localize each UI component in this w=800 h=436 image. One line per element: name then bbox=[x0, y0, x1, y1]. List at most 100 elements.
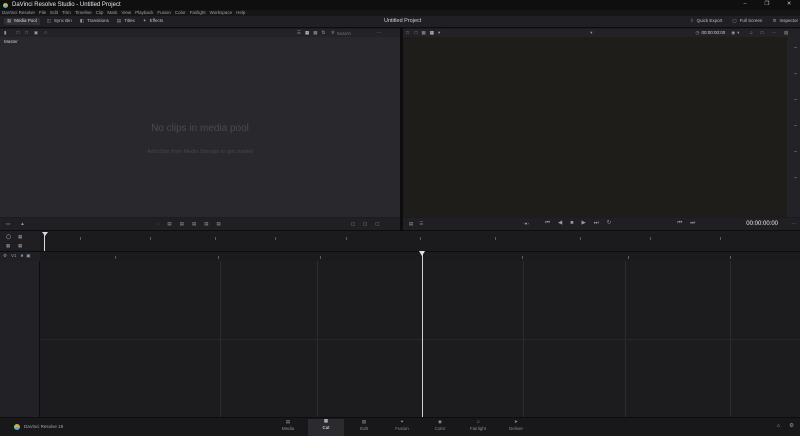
page-deliver[interactable]: ➤ Deliver bbox=[498, 419, 534, 436]
track-visibility-icon[interactable]: ▣ bbox=[26, 254, 30, 259]
audio-icon[interactable]: ♫ bbox=[749, 30, 752, 36]
zoom-out-icon[interactable]: ▢ bbox=[375, 221, 379, 227]
audio-lock-icon[interactable]: ▦ bbox=[18, 243, 22, 249]
timeline-options-icon[interactable]: ⋯ bbox=[792, 221, 797, 227]
zoom-in-icon[interactable]: ▢ bbox=[363, 221, 367, 227]
sidebar-toggle-icon[interactable]: ▮ bbox=[4, 30, 6, 36]
titles-toggle[interactable]: ▤ Titles bbox=[117, 19, 135, 24]
source-overwrite-icon[interactable]: ▤ bbox=[216, 221, 220, 227]
thumbnail-view-icon[interactable]: ▦ bbox=[305, 30, 309, 36]
ripple-overwrite-icon[interactable]: ▤ bbox=[180, 221, 184, 227]
track-lock-icon[interactable]: ■ bbox=[21, 254, 24, 259]
page-edit[interactable]: ▧ Edit bbox=[346, 419, 382, 436]
viewer-list-icon[interactable]: ☰ bbox=[419, 221, 423, 227]
viewer-mode-icon[interactable]: ▦ bbox=[430, 30, 434, 36]
sync-bin-toggle[interactable]: ◫ Sync Bin bbox=[47, 19, 72, 24]
menu-color[interactable]: Color bbox=[175, 10, 186, 16]
safe-area-icon[interactable]: □ bbox=[761, 30, 764, 36]
page-fairlight[interactable]: ♫ Fairlight bbox=[460, 419, 496, 436]
quick-export-button[interactable]: ⇧ Quick Export bbox=[690, 19, 723, 24]
menu-playback[interactable]: Playback bbox=[135, 10, 153, 16]
timeline-view-icon[interactable]: ▩ bbox=[421, 30, 425, 36]
menu-edit[interactable]: Edit bbox=[50, 10, 58, 16]
play-reverse-icon[interactable]: ◀ bbox=[558, 221, 562, 227]
menu-view[interactable]: View bbox=[121, 10, 131, 16]
page-color[interactable]: ◉ Color bbox=[422, 419, 458, 436]
menu-file[interactable]: File bbox=[39, 10, 46, 16]
metadata-icon[interactable]: ▲ bbox=[20, 221, 24, 227]
titles-icon: ▤ bbox=[116, 18, 122, 24]
viewer-dropdown-icon[interactable]: ▾ bbox=[590, 30, 592, 36]
upper-timeline[interactable] bbox=[40, 230, 800, 251]
loop-icon[interactable]: ↻ bbox=[607, 221, 612, 227]
close-icon[interactable]: ✕ bbox=[778, 2, 800, 8]
link-icon[interactable]: ▦ bbox=[6, 243, 10, 249]
home-icon[interactable]: ⌂ bbox=[777, 423, 780, 430]
page-cut[interactable]: ▦ Cut bbox=[308, 418, 344, 436]
lower-timeline-tracks[interactable] bbox=[40, 261, 800, 417]
filmstrip-view-icon[interactable]: ▩ bbox=[313, 30, 317, 36]
menu-help[interactable]: Help bbox=[236, 10, 245, 16]
viewer-more-icon[interactable]: ⋯ bbox=[772, 30, 777, 36]
transitions-icon: ◧ bbox=[79, 18, 85, 24]
settings-icon[interactable]: ⚙ bbox=[789, 423, 794, 430]
timeline-playhead[interactable] bbox=[422, 254, 423, 417]
menu-trim[interactable]: Trim bbox=[62, 10, 71, 16]
menu-davinci-resolve[interactable]: DaVinci Resolve bbox=[2, 10, 35, 16]
menu-clip[interactable]: Clip bbox=[96, 10, 104, 16]
media-pool-toggle[interactable]: ▦ Media Pool bbox=[4, 18, 40, 25]
full-screen-button[interactable]: ▢ Full Screen bbox=[732, 19, 762, 24]
previous-edit-icon[interactable]: ⏮ bbox=[677, 221, 682, 227]
upper-playhead-handle-icon[interactable] bbox=[42, 232, 48, 236]
smart-insert-icon[interactable]: ◌ bbox=[157, 221, 160, 227]
menu-fusion[interactable]: Fusion bbox=[157, 10, 171, 16]
bin-label[interactable]: Master bbox=[4, 39, 18, 45]
viewer-options-icon[interactable]: ▾ bbox=[438, 30, 440, 36]
search-icon[interactable]: ⚲ bbox=[331, 30, 334, 36]
list-view-icon[interactable]: ☰ bbox=[297, 30, 301, 36]
color-picker-icon[interactable]: ◉ bbox=[731, 30, 735, 36]
stop-icon[interactable]: ■ bbox=[570, 221, 573, 227]
menu-mark[interactable]: Mark bbox=[107, 10, 117, 16]
track-settings-icon[interactable]: ⚙ bbox=[3, 254, 7, 259]
import-folder-icon[interactable]: □ bbox=[25, 30, 28, 36]
menu-timeline[interactable]: Timeline bbox=[75, 10, 92, 16]
transitions-toggle[interactable]: ◧ Transitions bbox=[80, 19, 109, 24]
go-to-start-icon[interactable]: ⏮ bbox=[545, 221, 550, 227]
sort-icon[interactable]: ⇅ bbox=[321, 30, 325, 36]
more-options-icon[interactable]: ⋯ bbox=[377, 30, 382, 36]
viewer-settings-icon[interactable]: ▤ bbox=[409, 221, 413, 227]
next-edit-icon[interactable]: ⏭ bbox=[690, 221, 695, 227]
ripple-icon[interactable]: ▦ bbox=[18, 234, 22, 240]
color-picker-dropdown-icon[interactable]: ▾ bbox=[737, 30, 739, 36]
dual-viewer-icon[interactable]: ▧ bbox=[784, 30, 788, 36]
media-pool-panel: Master No clips in media pool Add clips … bbox=[0, 37, 400, 217]
new-bin-icon[interactable]: ▣ bbox=[34, 30, 38, 36]
snap-icon[interactable]: ◯ bbox=[6, 234, 11, 240]
timeline-playhead-handle-icon[interactable] bbox=[419, 251, 425, 256]
minimize-icon[interactable]: – bbox=[734, 2, 756, 8]
clip-attributes-icon[interactable]: ▭ bbox=[6, 221, 10, 227]
smart-bin-icon[interactable]: ○ bbox=[44, 30, 47, 36]
go-to-end-icon[interactable]: ⏭ bbox=[594, 221, 599, 227]
search-input[interactable] bbox=[336, 30, 375, 36]
maximize-icon[interactable]: ❐ bbox=[756, 2, 778, 8]
menu-workspace[interactable]: Workspace bbox=[210, 10, 232, 16]
source-clip-icon[interactable]: □ bbox=[406, 30, 409, 36]
inspector-button[interactable]: ⚙ Inspector bbox=[772, 19, 798, 24]
append-icon[interactable]: ▤ bbox=[167, 221, 171, 227]
source-tape-icon[interactable]: □ bbox=[415, 30, 418, 36]
media-pool-icon: ▦ bbox=[7, 18, 12, 24]
menu-fairlight[interactable]: Fairlight bbox=[190, 10, 206, 16]
effects-toggle[interactable]: ✦ Effects bbox=[143, 19, 163, 24]
play-icon[interactable]: ▶ bbox=[582, 221, 586, 227]
import-media-icon[interactable]: □ bbox=[16, 30, 19, 36]
jog-wheel-icon[interactable]: ‹●› bbox=[523, 221, 529, 227]
zoom-fit-icon[interactable]: ▢ bbox=[351, 221, 355, 227]
close-up-icon[interactable]: ▤ bbox=[192, 221, 196, 227]
viewer-canvas[interactable] bbox=[403, 37, 787, 217]
page-media[interactable]: ▤ Media bbox=[270, 419, 306, 436]
page-fusion[interactable]: ✦ Fusion bbox=[384, 419, 420, 436]
place-on-top-icon[interactable]: ▤ bbox=[204, 221, 208, 227]
media-page-icon: ▤ bbox=[285, 419, 291, 424]
